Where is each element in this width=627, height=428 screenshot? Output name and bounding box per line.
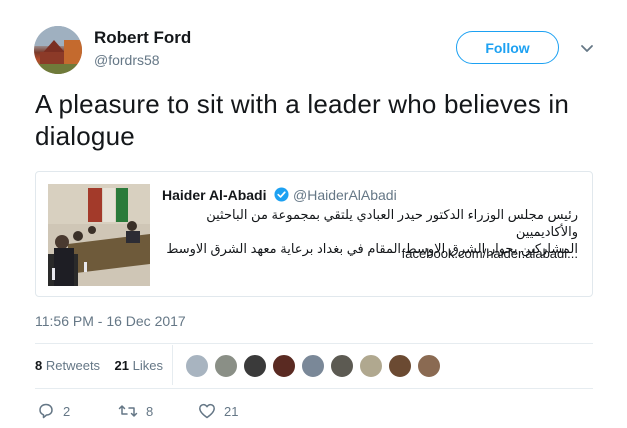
quoted-author-name[interactable]: Haider Al-Abadi [162,187,267,203]
likes-stat[interactable]: 21 Likes [115,358,163,373]
quoted-tweet-link[interactable]: facebook.com/haider.alabadi... [402,246,578,261]
author-handle[interactable]: @fordrs58 [94,52,160,68]
like-button[interactable]: 21 [198,402,238,420]
verified-badge-icon [274,187,289,202]
reply-count: 2 [63,403,71,419]
stats-separator [172,345,173,385]
liker-avatar[interactable] [214,354,238,378]
divider-top [35,343,593,344]
reply-button[interactable]: 2 [37,402,70,420]
liker-avatar[interactable] [185,354,209,378]
likes-label: Likes [132,358,163,373]
retweets-label: Retweets [45,358,101,373]
retweet-icon [118,405,138,417]
retweets-stat[interactable]: 8 Retweets [35,358,100,373]
chevron-down-icon[interactable] [579,40,595,56]
liker-avatar[interactable] [417,354,441,378]
reply-icon [39,403,53,419]
liker-avatar[interactable] [388,354,412,378]
heart-icon [199,403,215,419]
like-count: 21 [224,403,239,419]
tweet-text: A pleasure to sit with a leader who beli… [35,89,570,151]
retweet-button[interactable]: 8 [118,402,153,420]
divider-bottom [35,388,593,389]
follow-button[interactable]: Follow [456,31,559,64]
liker-avatar[interactable] [330,354,354,378]
retweets-count: 8 [35,358,43,373]
likes-count: 21 [114,358,129,373]
liker-avatar[interactable] [243,354,267,378]
retweet-count: 8 [146,403,154,419]
author-name[interactable]: Robert Ford [94,28,191,48]
liker-avatar[interactable] [359,354,383,378]
engagement-stats: 8 Retweets 21 Likes [35,358,163,373]
quoted-tweet-image [48,184,150,286]
quoted-tweet-card[interactable]: Haider Al-Abadi @HaiderAlAbadi رئيس مجلس… [35,171,593,297]
author-avatar[interactable] [34,26,82,74]
liker-avatar[interactable] [272,354,296,378]
tweet-timestamp[interactable]: 11:56 PM - 16 Dec 2017 [35,313,186,329]
liker-avatar[interactable] [301,354,325,378]
quoted-author-handle[interactable]: @HaiderAlAbadi [293,187,397,203]
quoted-text-line-1: رئيس مجلس الوزراء الدكتور حيدر العبادي ي… [206,207,578,239]
